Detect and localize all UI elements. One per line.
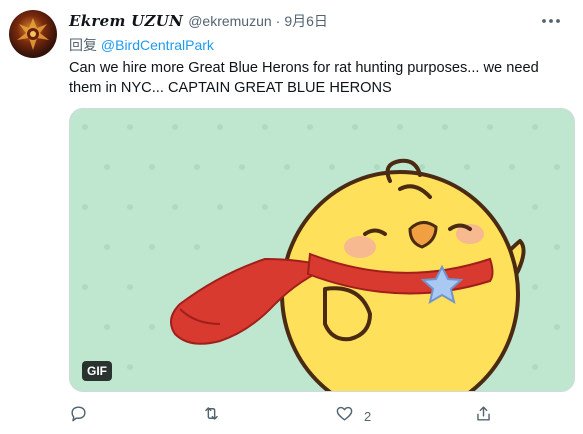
user-handle[interactable]: @ekremuzun: [188, 13, 271, 29]
reply-button[interactable]: [69, 403, 88, 429]
share-icon: [474, 404, 493, 428]
gif-media[interactable]: GIF: [69, 108, 575, 392]
avatar-image: [17, 18, 49, 50]
tweet[interactable]: Ekrem UZUN @ekremuzun · 9月6日 回复 @BirdCen…: [0, 0, 583, 434]
reply-mention-link[interactable]: @BirdCentralPark: [101, 37, 214, 53]
gif-badge: GIF: [82, 361, 112, 381]
chick-gif-illustration: [70, 109, 574, 391]
reply-context: 回复 @BirdCentralPark: [69, 35, 214, 55]
avatar[interactable]: [9, 10, 57, 58]
tweet-actions: 2: [69, 403, 575, 429]
share-button[interactable]: [474, 403, 493, 429]
like-button[interactable]: 2: [335, 403, 371, 429]
separator-dot: ·: [275, 13, 281, 29]
retweet-icon: [202, 404, 221, 428]
heart-icon: [335, 404, 354, 428]
tweet-date[interactable]: 9月6日: [284, 11, 328, 31]
comment-icon: [69, 404, 88, 428]
like-count: 2: [364, 408, 372, 424]
tweet-text: Can we hire more Great Blue Herons for r…: [69, 60, 539, 96]
retweet-button[interactable]: [202, 403, 221, 429]
tweet-header: Ekrem UZUN @ekremuzun · 9月6日: [69, 10, 328, 32]
more-options-icon[interactable]: [538, 10, 564, 32]
display-name[interactable]: Ekrem UZUN: [69, 12, 183, 30]
reply-prefix: 回复: [69, 37, 97, 53]
